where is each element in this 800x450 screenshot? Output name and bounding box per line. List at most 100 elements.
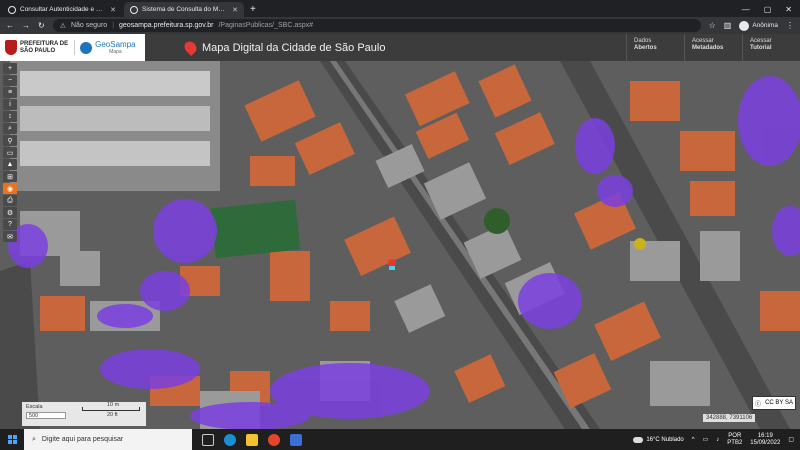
url-host: geosampa.prefeitura.sp.gov.br: [119, 22, 214, 29]
crest-icon: [5, 40, 17, 55]
help-button[interactable]: ?: [3, 219, 17, 230]
link-line2: Tutorial: [750, 45, 772, 51]
scale-meters: 10 m: [107, 402, 120, 408]
link-line1: Dados: [634, 38, 652, 44]
menu-icon[interactable]: ⋮: [786, 21, 794, 30]
profile-button[interactable]: Anônima: [739, 20, 778, 31]
taskbar-search[interactable]: ⌕ Digite aqui para pesquisar: [24, 429, 192, 450]
back-icon[interactable]: ←: [6, 21, 14, 30]
page-title-area: Mapa Digital da Cidade de São Paulo: [182, 39, 386, 56]
prefeitura-line2: SÃO PAULO: [20, 47, 56, 54]
page-title: Mapa Digital da Cidade de São Paulo: [202, 41, 386, 54]
map-canvas[interactable]: [0, 61, 800, 429]
network-icon[interactable]: ▭: [703, 436, 709, 443]
security-label: Não seguro: [70, 22, 108, 29]
select-area-button[interactable]: ▭: [3, 147, 17, 158]
grid-button[interactable]: ⊞: [3, 171, 17, 182]
measure-button[interactable]: ▲: [3, 159, 17, 170]
print-button[interactable]: ⎙: [3, 195, 17, 206]
link-line2: Metadados: [692, 45, 724, 51]
search-placeholder: Digite aqui para pesquisar: [41, 436, 124, 443]
clock[interactable]: 16:19 15/09/2022: [750, 433, 780, 447]
window-controls: — ▢ ✕: [734, 5, 800, 17]
sidebar-icon[interactable]: ▥: [724, 21, 732, 30]
forward-icon[interactable]: →: [22, 21, 30, 30]
link-dados-abertos[interactable]: Dados Abertos: [626, 34, 684, 61]
aerial-imagery: [0, 61, 800, 429]
layers-button[interactable]: ≡: [3, 87, 17, 98]
warning-icon: ⚠: [59, 22, 66, 30]
settings-button[interactable]: ⚙: [3, 207, 17, 218]
link-line1: Acessar: [692, 38, 714, 44]
tab-title: Consultar Autenticidade e Valida: [20, 6, 107, 13]
close-icon[interactable]: ✕: [232, 6, 238, 14]
license-badge: ⓒ CC BY SA: [752, 396, 796, 410]
header-links: Dados Abertos Acessar Metadados Acessar …: [626, 34, 800, 61]
scale-widget: Escala 500 10 m 20 ft: [22, 402, 146, 426]
map-pin-icon: [182, 39, 199, 56]
link-metadados[interactable]: Acessar Metadados: [684, 34, 742, 61]
logo-area: PREFEITURA DE SÃO PAULO GeoSampa Mapa: [0, 34, 145, 61]
globe-icon: [8, 5, 16, 14]
volume-icon[interactable]: ♪: [716, 437, 719, 443]
chrome-icon[interactable]: [268, 433, 280, 446]
link-line2: Abertos: [634, 45, 657, 51]
windows-taskbar: ⌕ Digite aqui para pesquisar 16°C Nublad…: [0, 429, 800, 450]
map-toolbar: + − ≡ i ↕ ⌕ ⚲ ▭ ▲ ⊞ ◉ ⎙ ⚙ ? ✉: [3, 63, 17, 242]
browser-tab-bar: Consultar Autenticidade e Valida ✕ Siste…: [0, 0, 800, 17]
clock-time: 16:19: [757, 432, 773, 439]
zoom-out-button[interactable]: −: [3, 75, 17, 86]
search-icon: ⌕: [32, 435, 36, 443]
zoom-in-button[interactable]: +: [3, 63, 17, 74]
weather-text: 16°C Nublado: [646, 436, 684, 443]
mail-button[interactable]: ✉: [3, 231, 17, 242]
language-indicator[interactable]: POR PTB2: [727, 433, 742, 447]
close-window-icon[interactable]: ✕: [785, 5, 792, 14]
tray-chevron-icon[interactable]: ^: [692, 437, 695, 443]
cc-icon: ⓒ: [755, 401, 762, 408]
globe-icon: [130, 5, 138, 14]
tab-geosampa[interactable]: Sistema de Consulta do Mapa ✕: [124, 2, 244, 17]
star-icon[interactable]: ☆: [709, 21, 716, 30]
url-field[interactable]: ⚠ Não seguro | geosampa.prefeitura.sp.go…: [52, 19, 701, 32]
start-button[interactable]: [0, 429, 24, 450]
coordinates-readout: 342888, 7391106: [703, 414, 756, 422]
taskbar-apps: [202, 433, 302, 446]
new-tab-button[interactable]: +: [244, 4, 262, 17]
notifications-icon[interactable]: ▢: [788, 436, 794, 443]
locate-button[interactable]: ⚲: [3, 135, 17, 146]
search-button[interactable]: ⌕: [3, 123, 17, 134]
address-bar: ← → ↻ ⚠ Não seguro | geosampa.prefeitura…: [0, 17, 800, 34]
file-explorer-icon[interactable]: [246, 433, 258, 446]
reload-icon[interactable]: ↻: [38, 21, 45, 30]
lang-line1: POR: [728, 432, 742, 439]
prefeitura-line1: PREFEITURA DE: [20, 40, 69, 47]
clock-date: 15/09/2022: [750, 439, 781, 446]
incognito-icon: [739, 20, 750, 31]
geosampa-logo[interactable]: GeoSampa Mapa: [74, 40, 136, 55]
minimize-icon[interactable]: —: [742, 5, 750, 14]
weather-widget[interactable]: 16°C Nublado: [633, 436, 684, 443]
license-text: CC BY SA: [765, 400, 793, 406]
store-icon[interactable]: [290, 433, 302, 446]
info-button[interactable]: i: [3, 99, 17, 110]
edge-icon[interactable]: [224, 433, 236, 446]
geosampa-sub: Mapa: [109, 49, 122, 55]
task-view-icon[interactable]: [202, 433, 214, 446]
close-icon[interactable]: ✕: [110, 6, 116, 14]
tab-autenticidade[interactable]: Consultar Autenticidade e Valida ✕: [2, 2, 122, 17]
prefeitura-logo[interactable]: PREFEITURA DE SÃO PAULO: [5, 40, 68, 55]
url-path: /PaginasPublicas/_SBC.aspx#: [218, 22, 314, 29]
link-tutorial[interactable]: Acessar Tutorial: [742, 34, 800, 61]
highlight-button[interactable]: ◉: [3, 183, 17, 194]
link-line1: Acessar: [750, 38, 772, 44]
geosampa-name: GeoSampa: [95, 40, 136, 49]
scale-label: Escala: [26, 404, 43, 410]
scale-input[interactable]: 500: [26, 412, 66, 419]
globe-icon: [80, 41, 93, 54]
cloud-icon: [633, 436, 644, 443]
maximize-icon[interactable]: ▢: [764, 5, 772, 14]
pan-button[interactable]: ↕: [3, 111, 17, 122]
app-header: PREFEITURA DE SÃO PAULO GeoSampa Mapa Ma…: [0, 34, 800, 61]
tab-title: Sistema de Consulta do Mapa: [142, 6, 229, 13]
